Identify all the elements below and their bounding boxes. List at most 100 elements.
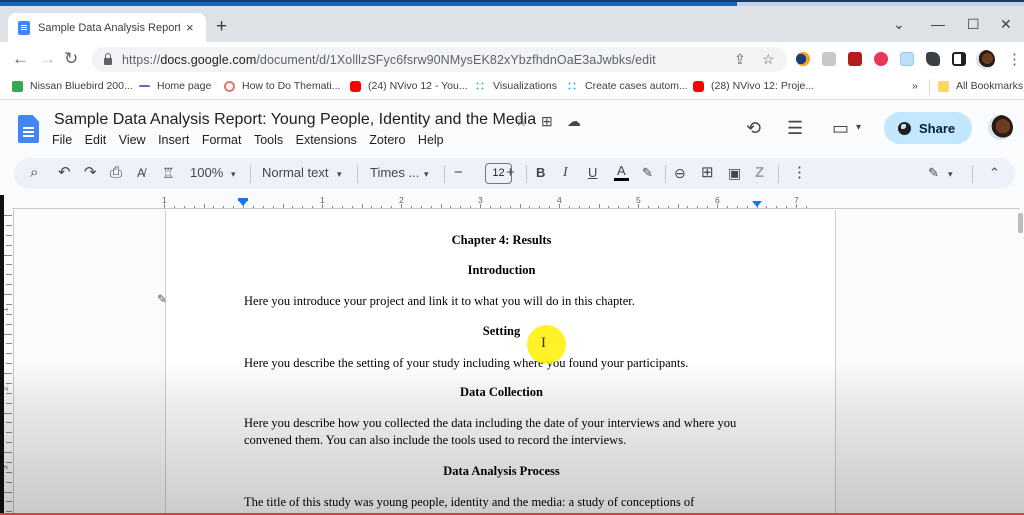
editing-mode-dropdown-icon[interactable]: ▾ xyxy=(948,165,953,183)
maximize-button[interactable]: ☐ xyxy=(967,16,980,33)
share-button[interactable]: Share xyxy=(884,112,972,144)
redo-icon[interactable]: ↷ xyxy=(84,164,97,182)
extension-docs-offline-icon[interactable] xyxy=(900,52,914,66)
insert-link-icon[interactable]: ⊖ xyxy=(674,164,686,182)
print-icon[interactable]: ⎙ xyxy=(110,164,122,182)
menu-file[interactable]: File xyxy=(52,133,72,147)
all-bookmarks-button[interactable]: All Bookmarks xyxy=(938,80,1023,92)
ruler-tick xyxy=(262,206,264,208)
ruler-tick xyxy=(470,206,472,208)
bold-button[interactable]: B xyxy=(536,164,545,182)
comments-icon[interactable]: ☰ xyxy=(787,118,803,139)
undo-icon[interactable]: ↶ xyxy=(58,164,71,182)
bookmark-item[interactable]: Visualizations xyxy=(475,80,557,92)
bookmark-item[interactable]: Home page xyxy=(139,80,211,92)
share-page-icon[interactable]: ⇪ xyxy=(734,51,746,68)
minimize-button[interactable]: — xyxy=(931,16,945,32)
side-panel-icon[interactable] xyxy=(952,52,966,66)
spellcheck-icon[interactable]: A̸ xyxy=(137,164,145,182)
bookmark-star-icon[interactable]: ☆ xyxy=(762,51,775,68)
underline-button[interactable]: U xyxy=(588,164,597,182)
divider xyxy=(357,165,358,183)
decrease-font-size-button[interactable]: − xyxy=(454,164,463,182)
bookmark-item[interactable]: Nissan Bluebird 200... xyxy=(12,80,133,92)
cloud-saved-icon[interactable]: ☁ xyxy=(567,113,581,130)
extension-zotero-connector-icon[interactable] xyxy=(874,52,888,66)
ruler-tick xyxy=(736,206,738,208)
vruler-tick xyxy=(6,422,12,424)
version-history-icon[interactable]: ⟲ xyxy=(746,118,761,139)
zotero-icon[interactable]: Z xyxy=(755,164,764,182)
text-color-button[interactable]: A xyxy=(614,164,629,181)
new-tab-button[interactable]: + xyxy=(216,17,227,36)
lock-icon[interactable] xyxy=(104,52,112,65)
ruler-tick xyxy=(726,206,728,208)
extension-adobe-acrobat-icon[interactable] xyxy=(848,52,862,66)
font-dropdown-icon[interactable]: ▾ xyxy=(424,165,429,183)
left-indent-marker[interactable] xyxy=(238,198,248,206)
reload-icon[interactable]: ↻ xyxy=(64,49,78,69)
vruler-tick xyxy=(4,294,12,295)
font-family-select[interactable]: Times ... xyxy=(370,164,419,182)
paint-format-icon[interactable]: ♖ xyxy=(162,164,175,182)
document-page[interactable]: Chapter 4: Results Introduction Here you… xyxy=(165,210,836,515)
extension-sider-icon[interactable] xyxy=(796,52,810,66)
bookmark-item[interactable]: (28) NVivo 12: Proje... xyxy=(693,80,814,92)
bookmarks-overflow-button[interactable]: » xyxy=(912,80,918,92)
chrome-menu-icon[interactable]: ⋮ xyxy=(1007,50,1022,68)
folder-icon xyxy=(938,80,949,92)
horizontal-ruler[interactable]: 1 1 2 3 4 5 6 7 xyxy=(0,195,1024,210)
zoom-select[interactable]: 100% xyxy=(190,164,223,182)
menu-zotero[interactable]: Zotero xyxy=(369,133,405,147)
account-avatar[interactable] xyxy=(988,115,1013,140)
forward-icon[interactable]: → xyxy=(39,49,56,69)
insert-image-icon[interactable]: ▣ xyxy=(728,164,741,182)
menu-help[interactable]: Help xyxy=(418,133,444,147)
star-icon[interactable]: ☆ xyxy=(515,113,528,130)
extensions-puzzle-icon[interactable] xyxy=(926,52,940,66)
vruler-tick xyxy=(6,244,12,246)
menu-edit[interactable]: Edit xyxy=(85,133,107,147)
highlight-color-icon[interactable]: ✎ xyxy=(642,164,653,182)
meet-dropdown-icon[interactable]: ▾ xyxy=(856,122,861,133)
vruler-tick xyxy=(4,254,12,256)
move-to-folder-icon[interactable]: ⊞ xyxy=(541,113,553,130)
menu-view[interactable]: View xyxy=(119,133,146,147)
bookmark-item[interactable]: Create cases autom... xyxy=(567,80,688,92)
top-edge xyxy=(0,0,1024,2)
document-title[interactable]: Sample Data Analysis Report: Young Peopl… xyxy=(54,111,536,129)
italic-button[interactable]: I xyxy=(563,164,568,182)
close-tab-icon[interactable]: × xyxy=(186,20,194,35)
more-options-icon[interactable]: ⋮ xyxy=(792,164,807,182)
right-indent-marker[interactable] xyxy=(752,201,762,207)
menu-extensions[interactable]: Extensions xyxy=(296,133,357,147)
google-docs-logo-icon[interactable] xyxy=(18,115,39,143)
search-menus-icon[interactable]: ⌕ xyxy=(30,164,38,182)
bookmark-item[interactable]: How to Do Themati... xyxy=(224,80,340,92)
increase-font-size-button[interactable]: + xyxy=(506,164,515,182)
ruler-number: 3 xyxy=(478,195,483,205)
bookmark-item[interactable]: (24) NVivo 12 - You... xyxy=(350,80,468,92)
style-dropdown-icon[interactable]: ▾ xyxy=(337,165,342,183)
scrollbar-thumb[interactable] xyxy=(1018,213,1023,233)
meet-icon[interactable]: ▭ xyxy=(832,118,849,139)
paragraph: Here you describe how you collected the … xyxy=(244,416,737,447)
menu-format[interactable]: Format xyxy=(202,133,242,147)
add-comment-icon[interactable]: ⊞ xyxy=(701,164,714,182)
menu-insert[interactable]: Insert xyxy=(158,133,189,147)
back-icon[interactable]: ← xyxy=(12,49,29,69)
url-input[interactable]: https://docs.google.com/document/d/1Xoll… xyxy=(92,47,787,72)
profile-avatar[interactable] xyxy=(976,50,995,69)
tab-search-icon[interactable]: ⌄ xyxy=(893,16,905,33)
vruler-tick xyxy=(6,303,12,305)
close-window-button[interactable]: ✕ xyxy=(1000,16,1012,33)
menu-tools[interactable]: Tools xyxy=(254,133,283,147)
suggest-edit-pencil-icon[interactable]: ✎ xyxy=(157,292,167,306)
ruler-tick xyxy=(519,204,521,208)
paragraph-style-select[interactable]: Normal text xyxy=(262,164,328,182)
extension-reader-icon[interactable] xyxy=(822,52,836,66)
zoom-dropdown-icon[interactable]: ▾ xyxy=(231,165,236,183)
collapse-menus-icon[interactable]: ⌃ xyxy=(989,164,1000,182)
editing-mode-icon[interactable]: ✎ xyxy=(928,164,939,182)
browser-tab[interactable]: Sample Data Analysis Report: Yo × xyxy=(8,13,206,42)
